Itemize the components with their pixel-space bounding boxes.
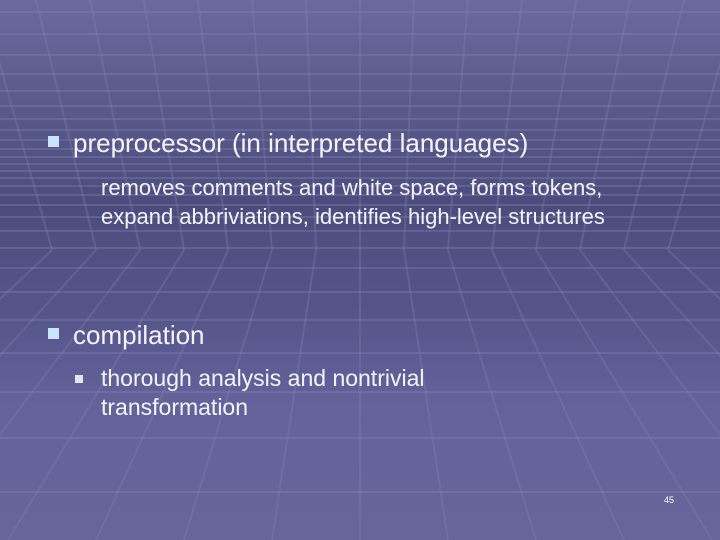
sub-bullet-text: thorough analysis and nontrivial transfo… (101, 365, 425, 420)
page-number: 45 (664, 495, 675, 505)
small-square-bullet-icon (75, 375, 83, 383)
square-bullet-icon (48, 136, 59, 147)
bullet-preprocessor: preprocessor (in interpreted languages) (48, 128, 528, 158)
square-bullet-icon (48, 328, 59, 339)
slide-content: preprocessor (in interpreted languages) … (0, 0, 720, 540)
sub-bullet-compilation: thorough analysis and nontrivial transfo… (75, 364, 545, 422)
bullet-compilation: compilation (48, 320, 205, 350)
slide: preprocessor (in interpreted languages) … (0, 0, 720, 540)
bullet-label: compilation (73, 320, 205, 350)
bullet-label: preprocessor (in interpreted languages) (73, 128, 529, 158)
preprocessor-description: removes comments and white space, forms … (101, 175, 605, 229)
